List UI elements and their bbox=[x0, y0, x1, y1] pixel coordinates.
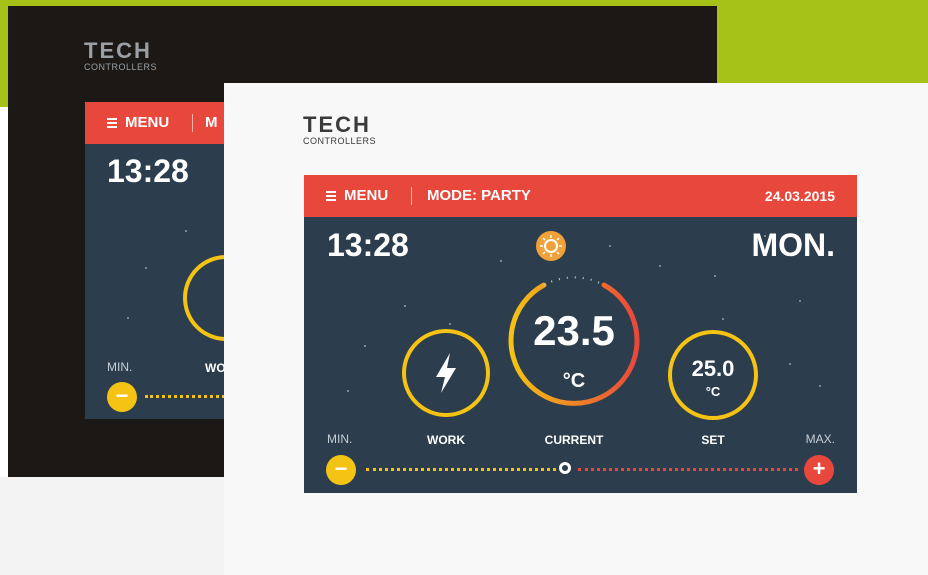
work-caption: WORK bbox=[427, 433, 465, 447]
star-dot bbox=[714, 275, 716, 277]
mode-label[interactable]: MODE: PARTY bbox=[427, 175, 531, 217]
star-dot bbox=[789, 363, 791, 365]
star-dot bbox=[799, 300, 801, 302]
lightning-bolt-icon bbox=[436, 353, 456, 393]
max-label: MAX. bbox=[805, 432, 835, 446]
slider-thumb-icon bbox=[559, 462, 571, 474]
back-slider-track bbox=[145, 395, 225, 398]
star-dot bbox=[819, 385, 821, 387]
star-dot bbox=[764, 235, 766, 237]
star-dot bbox=[145, 267, 147, 269]
back-screen: MENU M 13:28 MIN. WO − bbox=[85, 102, 225, 419]
back-clock: 13:28 bbox=[107, 153, 189, 189]
work-dial[interactable] bbox=[402, 329, 490, 417]
menu-label: MENU bbox=[344, 187, 389, 204]
minus-icon: − bbox=[334, 456, 348, 481]
sun-icon[interactable] bbox=[536, 231, 566, 261]
current-temperature: 23.5 bbox=[533, 307, 615, 354]
back-bar-separator bbox=[192, 114, 193, 132]
back-mode-label: M bbox=[205, 114, 218, 131]
clock: 13:28 bbox=[327, 227, 409, 263]
star-dot bbox=[185, 230, 187, 232]
bar-separator bbox=[411, 187, 412, 205]
star-dot bbox=[404, 305, 406, 307]
slider-track-left bbox=[366, 468, 556, 471]
set-temperature: 25.0 bbox=[691, 356, 735, 381]
minus-icon: − bbox=[115, 383, 129, 408]
back-min-label: MIN. bbox=[107, 360, 133, 374]
current-unit: °C bbox=[562, 370, 586, 392]
star-dot bbox=[609, 245, 611, 247]
star-dot bbox=[722, 318, 724, 320]
back-logo-subtitle: CONTROLLERS bbox=[84, 62, 158, 72]
min-label: MIN. bbox=[327, 432, 353, 446]
star-dot bbox=[347, 390, 349, 392]
minus-button[interactable]: − bbox=[326, 455, 356, 485]
back-menu-label: MENU bbox=[125, 114, 170, 131]
floor-shadow bbox=[0, 477, 224, 575]
menu-button[interactable]: MENU bbox=[326, 175, 388, 217]
front-screen: MENU MODE: PARTY 24.03.2015 13:28 MON. 2… bbox=[304, 175, 857, 493]
back-minus-button[interactable]: − bbox=[107, 382, 137, 412]
star-dot bbox=[127, 317, 129, 319]
front-logo-subtitle: CONTROLLERS bbox=[303, 136, 377, 146]
back-logo-title: TECH bbox=[84, 38, 152, 63]
sun-glyph bbox=[540, 235, 562, 257]
back-top-bar: MENU M bbox=[85, 102, 225, 144]
star-dot bbox=[659, 265, 661, 267]
weekday: MON. bbox=[751, 227, 835, 263]
star-dot bbox=[364, 345, 366, 347]
set-caption: SET bbox=[701, 433, 725, 447]
slider-track-right bbox=[578, 468, 798, 471]
current-caption: CURRENT bbox=[544, 433, 604, 447]
back-logo: TECH CONTROLLERS bbox=[84, 38, 158, 73]
plus-icon: + bbox=[812, 456, 826, 481]
front-logo: TECH CONTROLLERS bbox=[303, 112, 377, 147]
slider-thumb[interactable] bbox=[557, 460, 573, 476]
back-menu-button[interactable]: MENU bbox=[107, 102, 169, 144]
star-dot bbox=[449, 323, 451, 325]
top-bar: MENU MODE: PARTY 24.03.2015 bbox=[304, 175, 857, 217]
menu-icon bbox=[326, 189, 336, 203]
date-label: 24.03.2015 bbox=[764, 188, 835, 204]
menu-icon bbox=[107, 116, 117, 130]
star-dot bbox=[500, 260, 502, 262]
set-dial[interactable]: 25.0 °C bbox=[668, 330, 758, 420]
back-work-dial bbox=[183, 255, 225, 341]
back-work-caption: WO bbox=[205, 361, 225, 375]
front-logo-title: TECH bbox=[303, 112, 371, 137]
set-unit: °C bbox=[705, 384, 721, 399]
plus-button[interactable]: + bbox=[804, 455, 834, 485]
